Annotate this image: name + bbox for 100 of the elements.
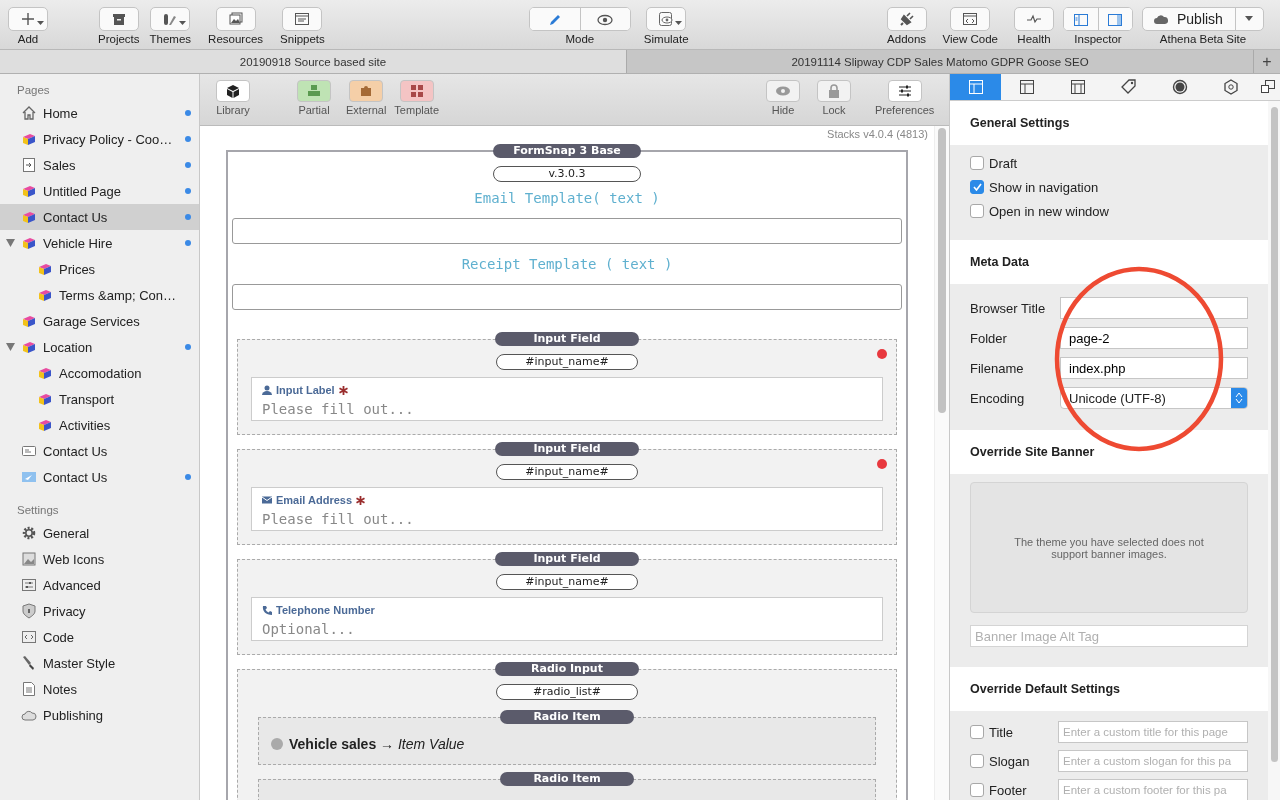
grid-button[interactable] <box>399 80 434 102</box>
notes-icon <box>21 681 37 697</box>
cube-icon <box>21 313 37 329</box>
settings-item[interactable]: Notes <box>0 676 199 702</box>
page-item[interactable]: Contact Us <box>0 204 199 230</box>
images-button[interactable] <box>215 7 256 31</box>
box-icon <box>110 11 127 27</box>
page-item[interactable]: Accomodation <box>0 360 199 386</box>
image-icon <box>21 551 37 567</box>
publish-button[interactable]: Publish <box>1143 8 1235 30</box>
caret-icon <box>675 21 683 26</box>
page-item[interactable]: Garage Services <box>0 308 199 334</box>
page-item[interactable]: Contact Us <box>0 438 199 464</box>
eye-icon <box>658 11 675 27</box>
toolbar-label: Simulate <box>643 33 689 45</box>
eye-button[interactable] <box>766 80 800 102</box>
stack-pill: #radio_list# <box>496 684 638 700</box>
page-item[interactable]: Prices <box>0 256 199 282</box>
input-field[interactable]: Email Address Please fill out... <box>251 487 883 531</box>
settings-item[interactable]: Master Style <box>0 650 199 676</box>
settings-item[interactable]: Publishing <box>0 702 199 728</box>
text-field[interactable]: Enter a custom title for this page <box>1058 721 1248 743</box>
template-field[interactable] <box>232 284 902 310</box>
input-field[interactable]: Input Label Please fill out... <box>251 377 883 421</box>
plug-icon <box>898 11 915 27</box>
cube-button[interactable] <box>216 80 250 102</box>
page-item[interactable]: Privacy Policy - Coo… <box>0 126 199 152</box>
cube-icon <box>21 209 37 225</box>
caret-icon <box>1244 16 1255 22</box>
settings-item[interactable]: Web Icons <box>0 546 199 572</box>
puzzle-button[interactable] <box>349 80 384 102</box>
box-button[interactable] <box>98 7 139 31</box>
page-item[interactable]: Transport <box>0 386 199 412</box>
checkbox[interactable] <box>970 156 984 170</box>
hexagon-icon <box>1222 79 1239 95</box>
toolbar-label: Library <box>216 104 250 116</box>
page-item[interactable]: Contact Us <box>0 464 199 490</box>
new-tab-button[interactable]: + <box>1254 50 1280 73</box>
sliders-button[interactable] <box>887 80 922 102</box>
settings-item[interactable]: General <box>0 520 199 546</box>
settings-item[interactable]: Privacy <box>0 598 199 624</box>
text-field[interactable] <box>1060 297 1248 319</box>
sliders-icon <box>896 83 913 99</box>
page-item[interactable]: Vehicle Hire <box>0 230 199 256</box>
document-tab[interactable]: 20191114 Slipway CDP Sales Matomo GDPR Goose SEO <box>627 50 1254 73</box>
stack-badge: Radio Input <box>495 662 639 676</box>
text-field[interactable]: index.php <box>1060 357 1248 379</box>
text-field[interactable]: page-2 <box>1060 327 1248 349</box>
right-panel-button[interactable] <box>1098 8 1132 30</box>
eye-button[interactable] <box>646 7 687 31</box>
page-item[interactable]: Sales <box>0 152 199 178</box>
field-label: Input Label <box>276 384 335 396</box>
text-field[interactable]: Enter a custom footer for this pa <box>1058 779 1248 800</box>
disclosure-triangle-icon[interactable] <box>6 343 15 351</box>
stack-badge: Radio Item <box>500 710 634 724</box>
encoding-select[interactable]: Unicode (UTF-8) <box>1060 387 1248 409</box>
page-item[interactable]: Home <box>0 100 199 126</box>
text-field[interactable]: Enter a custom slogan for this pa <box>1058 750 1248 772</box>
settings-item[interactable]: Advanced <box>0 572 199 598</box>
tag-icon <box>1120 79 1137 95</box>
cube-icon <box>21 235 37 251</box>
version-text: Stacks v4.0.4 (4813) <box>826 128 928 142</box>
section-heading: General Settings <box>950 101 1268 145</box>
toolbar-label: Health <box>1017 33 1051 45</box>
window-button[interactable] <box>282 7 323 31</box>
cubes-button[interactable] <box>297 80 331 102</box>
input-field[interactable]: Telephone Number Optional... <box>251 597 883 641</box>
lock-button[interactable] <box>817 80 851 102</box>
preview-mode-button[interactable] <box>579 8 630 30</box>
toolbar-label: Resources <box>208 33 264 45</box>
disclosure-triangle-icon[interactable] <box>6 239 15 247</box>
plug-button[interactable] <box>886 7 927 31</box>
toolbar-label: Lock <box>822 104 846 116</box>
stack-badge: Radio Item <box>500 772 634 786</box>
page-item[interactable]: Activities <box>0 412 199 438</box>
alt-tag-field[interactable]: Banner Image Alt Tag <box>970 625 1248 647</box>
brush-button[interactable] <box>150 7 191 31</box>
checkbox[interactable] <box>970 204 984 218</box>
banner-image-well[interactable]: The theme you have selected does not support banner images. <box>970 482 1248 613</box>
section-heading: Meta Data <box>950 240 1268 284</box>
field-label: Telephone Number <box>276 604 375 616</box>
radio-button[interactable] <box>271 738 283 750</box>
checkbox[interactable] <box>970 725 984 739</box>
page-item[interactable]: Untitled Page <box>0 178 199 204</box>
page-item[interactable]: Terms &amp; Con… <box>0 282 199 308</box>
checkbox[interactable] <box>970 754 984 768</box>
document-tab[interactable]: 20190918 Source based site <box>0 50 627 73</box>
checkbox[interactable] <box>970 783 984 797</box>
stack-badge: FormSnap 3 Base <box>493 144 641 158</box>
eye-icon <box>597 12 614 28</box>
checkbox[interactable] <box>970 180 984 194</box>
pulse-button[interactable] <box>1014 7 1054 31</box>
section-heading: Settings <box>16 503 60 518</box>
field-label: Browser Title <box>970 300 1047 316</box>
settings-item[interactable]: Code <box>0 624 199 650</box>
plus-button[interactable] <box>8 7 48 31</box>
template-field[interactable] <box>232 218 902 244</box>
code-button[interactable] <box>950 7 991 31</box>
checkbox-label: Open in new window <box>989 203 1109 219</box>
page-item[interactable]: Location <box>0 334 199 360</box>
